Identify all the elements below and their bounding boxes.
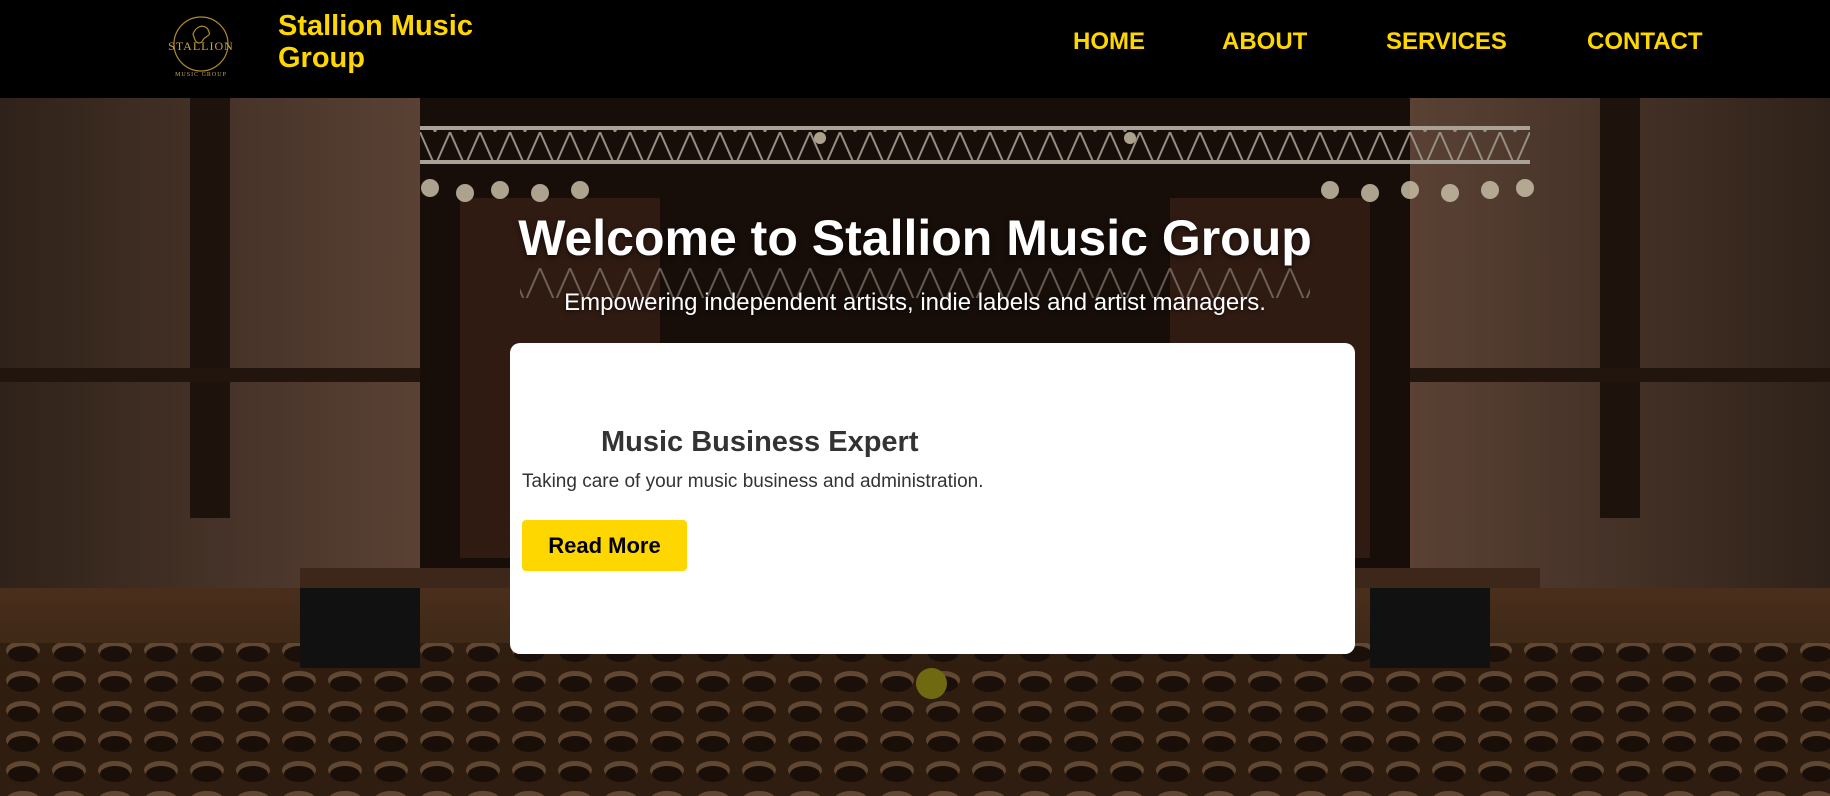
read-more-button[interactable]: Read More: [522, 520, 687, 571]
nav-about-link[interactable]: ABOUT: [1222, 26, 1307, 58]
hero-title: Welcome to Stallion Music Group: [518, 210, 1312, 266]
card-title: Music Business Expert: [601, 426, 919, 458]
nav-home-link[interactable]: HOME: [1073, 26, 1145, 58]
main-nav: HOME ABOUT SERVICES CONTACT: [0, 26, 1830, 58]
site-header: STALLION MUSIC GROUP Stallion Music Grou…: [0, 0, 1830, 98]
nav-contact-link[interactable]: CONTACT: [1587, 26, 1703, 58]
hero-section: Welcome to Stallion Music Group Empoweri…: [0, 98, 1830, 796]
hero-subtitle: Empowering independent artists, indie la…: [564, 289, 1266, 316]
logo-tagline: MUSIC GROUP: [175, 72, 227, 78]
nav-services-link[interactable]: SERVICES: [1386, 26, 1507, 58]
card-description: Taking care of your music business and a…: [522, 471, 984, 492]
feature-card: Music Business Expert Taking care of you…: [510, 343, 1355, 654]
carousel-indicator-dot[interactable]: [916, 668, 947, 699]
